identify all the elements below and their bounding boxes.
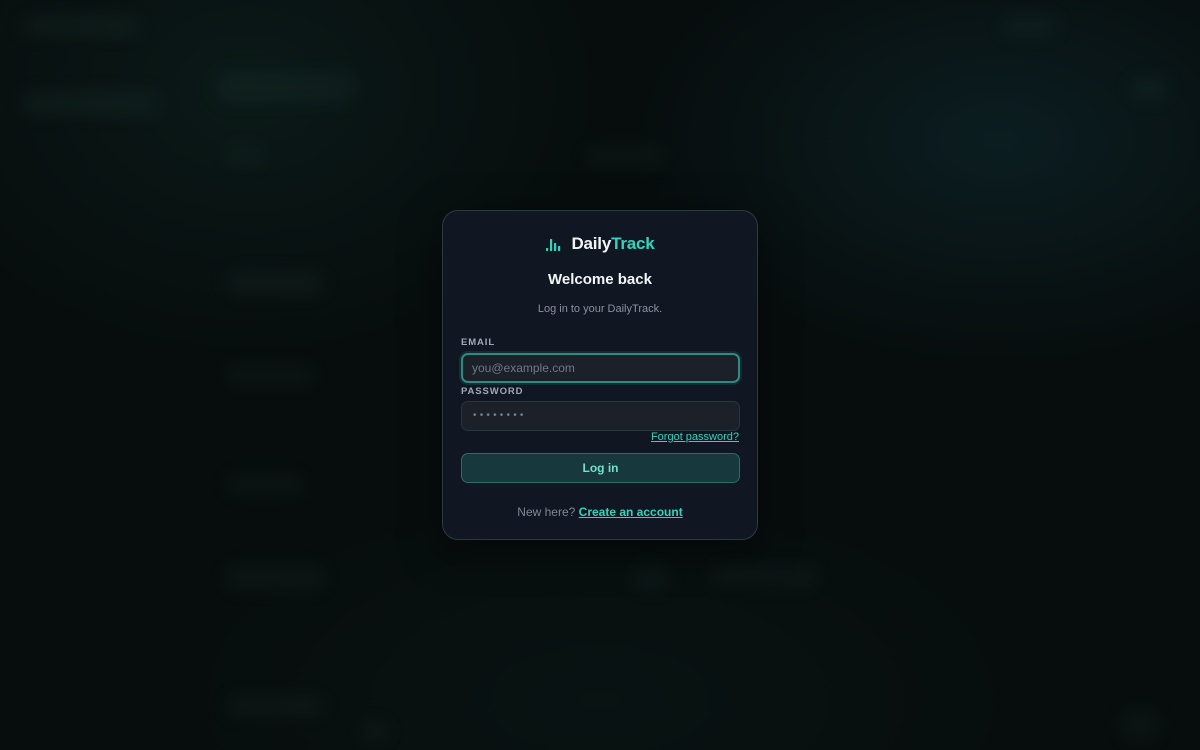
bg-blur-shape	[225, 145, 265, 165]
login-modal: DailyTrack Welcome back Log in to your D…	[442, 210, 758, 540]
bg-blur-shape	[225, 270, 325, 296]
brand-name-part1: Daily	[571, 234, 612, 253]
bg-blur-shape	[1120, 710, 1160, 740]
bg-blur-shape	[225, 565, 325, 591]
password-masked-value: ••••••••	[473, 410, 527, 421]
email-input[interactable]	[461, 353, 740, 383]
bg-blur-shape	[1130, 75, 1170, 101]
password-label: PASSWORD	[461, 386, 524, 397]
bg-blur-shape	[215, 70, 355, 104]
bg-blur-shape	[225, 475, 305, 495]
bg-blur-shape	[225, 365, 315, 385]
brand-name: DailyTrack	[571, 234, 654, 254]
login-title: Welcome back	[548, 271, 652, 288]
bg-blur-shape	[225, 695, 325, 717]
brand-name-part2: Track	[611, 234, 655, 253]
login-subtitle: Log in to your DailyTrack.	[537, 303, 663, 315]
bg-blur-shape	[710, 565, 820, 587]
create-account-link[interactable]: Create an account	[579, 505, 683, 519]
signup-prompt: New here? Create an account	[443, 505, 757, 519]
bg-blur-shape	[630, 565, 670, 591]
bg-blur-shape	[585, 145, 665, 167]
login-button[interactable]: Log in	[461, 453, 740, 483]
forgot-password-link[interactable]: Forgot password?	[651, 431, 739, 443]
bg-blur-shape	[360, 720, 390, 742]
bg-blur-shape	[1000, 15, 1060, 37]
signup-prompt-text: New here?	[517, 505, 576, 519]
brand-logo: DailyTrack	[443, 233, 757, 255]
bar-chart-logo-icon	[545, 235, 563, 253]
bg-blur-shape	[20, 15, 140, 37]
password-input[interactable]: ••••••••	[461, 401, 740, 431]
bg-blur-shape	[20, 90, 160, 116]
email-label: EMAIL	[461, 337, 496, 348]
